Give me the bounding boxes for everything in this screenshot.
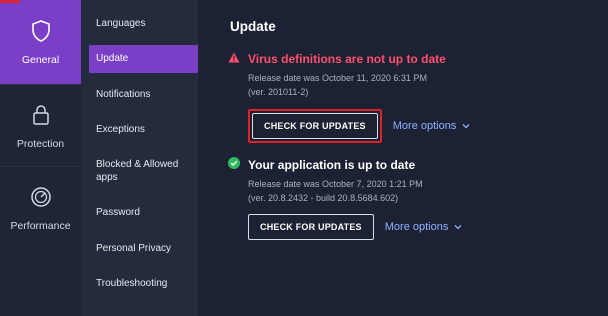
release-info: Release date was October 11, 2020 6:31 P… [248,71,470,99]
more-options-link[interactable]: More options [393,120,471,132]
shield-icon [28,18,54,44]
chevron-down-icon [454,221,462,233]
subnav-item-troubleshooting[interactable]: Troubleshooting [89,270,199,298]
rail-item-label: Performance [10,219,71,232]
settings-window: General Protection Performance Languages… [0,0,608,316]
version-text: (ver. 201011-2) [248,87,309,97]
check-for-updates-button[interactable]: CHECK FOR UPDATES [252,113,378,139]
brand-accent-bar [0,0,20,3]
subnav-item-update[interactable]: Update [89,44,199,73]
application-section: Your application is up to date Release d… [228,157,462,240]
subnav-item-blocked-allowed-apps[interactable]: Blocked & Allowed apps [89,151,199,191]
more-options-label: More options [392,120,457,132]
virus-definitions-section: Virus definitions are not up to date Rel… [228,52,470,143]
check-circle-icon [228,157,240,172]
rail-item-performance[interactable]: Performance [0,166,81,248]
subnav-item-personal-privacy[interactable]: Personal Privacy [89,234,199,262]
rail-item-label: Protection [16,137,65,150]
actions-row: CHECK FOR UPDATES More options [248,214,462,240]
main-nav-rail: General Protection Performance [0,0,81,316]
highlight-box: CHECK FOR UPDATES [248,109,382,143]
chevron-down-icon [462,120,470,132]
lock-icon [28,102,54,128]
virus-definitions-status: Virus definitions are not up to date [228,52,470,66]
update-panel: Update Virus definitions are not up to d… [198,0,608,316]
check-for-updates-button[interactable]: CHECK FOR UPDATES [248,214,374,240]
more-options-link[interactable]: More options [385,221,463,233]
subnav-item-notifications[interactable]: Notifications [89,80,199,108]
status-text: Your application is up to date [248,157,416,172]
status-text: Virus definitions are not up to date [248,52,446,66]
page-title: Update [230,19,276,34]
version-text: (ver. 20.8.2432 - build 20.8.5684.602) [248,193,399,203]
rail-item-general[interactable]: General [0,0,81,84]
speedometer-icon [28,184,54,210]
release-date: Release date was October 7, 2020 1:21 PM [248,179,423,189]
rail-item-protection[interactable]: Protection [0,84,81,166]
release-date: Release date was October 11, 2020 6:31 P… [248,73,427,83]
release-info: Release date was October 7, 2020 1:21 PM… [248,177,462,205]
subnav-item-password[interactable]: Password [89,199,199,227]
subnav-item-languages[interactable]: Languages [89,9,199,37]
more-options-label: More options [384,221,449,233]
subnav-item-exceptions[interactable]: Exceptions [89,116,199,144]
settings-subnav: Languages Update Notifications Exception… [81,0,199,316]
actions-row: CHECK FOR UPDATES More options [248,109,470,143]
application-status: Your application is up to date [228,157,462,172]
scrollbar[interactable] [602,0,608,316]
rail-item-label: General [21,54,60,66]
warning-icon [228,52,240,66]
